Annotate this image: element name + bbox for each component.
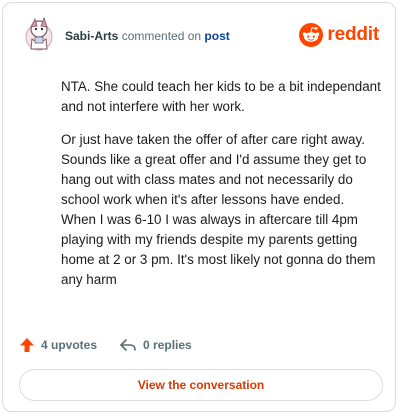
comment-actions: 4 upvotes 0 replies (19, 335, 214, 355)
upvotes-label: 4 upvotes (41, 338, 98, 352)
user-avatar[interactable] (21, 15, 59, 55)
embedded-comment-card: Sabi-Arts commented on post reddit NTA. … (2, 2, 396, 412)
replies-label: 0 replies (143, 338, 192, 352)
comment-header: Sabi-Arts commented on post reddit (21, 15, 379, 55)
reddit-logo[interactable]: reddit (299, 23, 379, 47)
post-link[interactable]: post (204, 29, 229, 43)
comment-byline: Sabi-Arts commented on post (65, 29, 230, 43)
reply-arrow-icon (120, 339, 136, 351)
byline-action-text: commented on (121, 29, 202, 43)
reddit-snoo-icon (299, 23, 324, 47)
username-link[interactable]: Sabi-Arts (65, 29, 118, 43)
upvote-arrow-icon (20, 338, 34, 352)
replies-count[interactable]: 0 replies (119, 337, 192, 353)
reddit-wordmark: reddit (327, 24, 379, 45)
upvotes-count[interactable]: 4 upvotes (19, 337, 97, 353)
comment-paragraph: NTA. She could teach her kids to be a bi… (61, 79, 381, 114)
comment-paragraph: Or just have taken the offer of after ca… (61, 132, 376, 287)
view-conversation-button[interactable]: View the conversation (19, 369, 383, 401)
comment-body: NTA. She could teach her kids to be a bi… (61, 77, 381, 303)
